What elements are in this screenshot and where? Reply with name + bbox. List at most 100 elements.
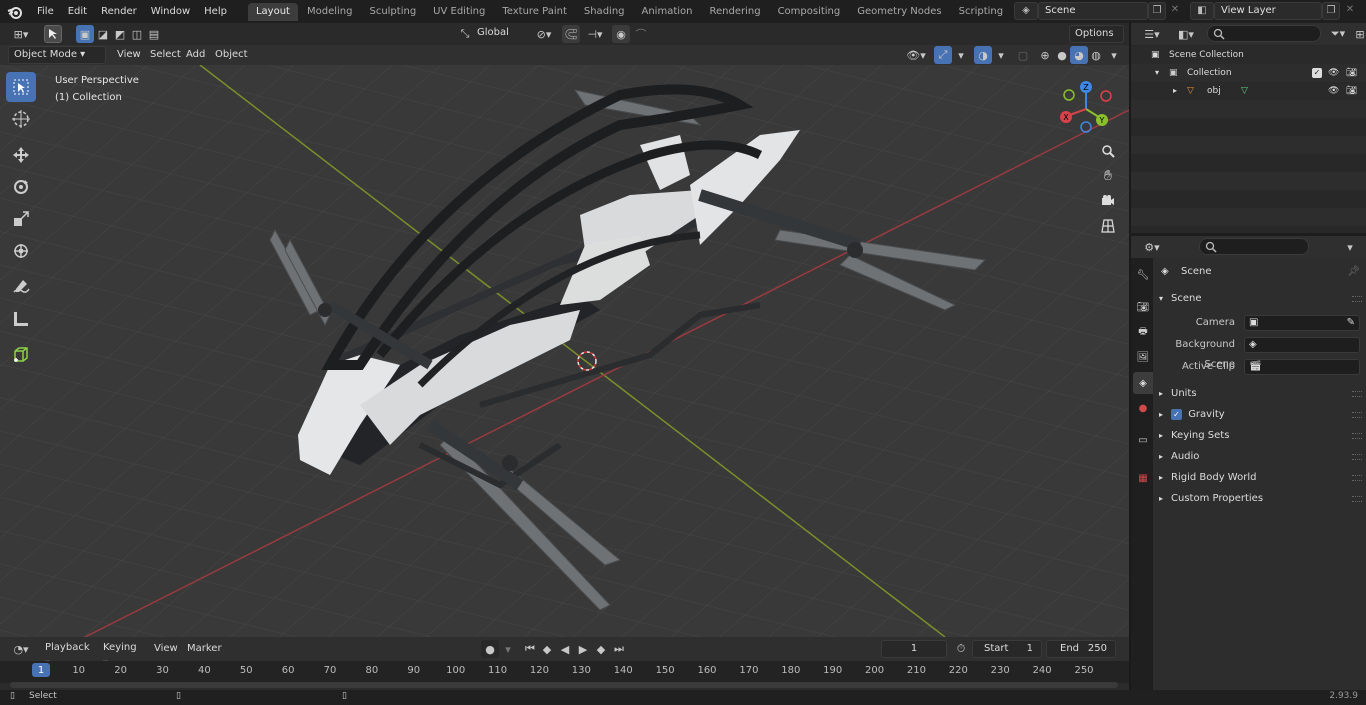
pivot-point-icon[interactable]: ⊘▾	[531, 25, 557, 43]
select-subtract-icon[interactable]: ◩	[111, 25, 129, 43]
select-intersect-icon[interactable]: ▤	[145, 25, 163, 43]
menu-select[interactable]: Select	[145, 46, 186, 64]
auto-keying-icon[interactable]: ●	[481, 640, 499, 658]
output-tab-icon[interactable]: 🖶	[1133, 321, 1153, 343]
visibility-eye-icon[interactable]: 👁︎	[1328, 64, 1339, 82]
tab-modeling[interactable]: Modeling	[299, 3, 361, 21]
visibility-icon[interactable]: 👁︎▾	[903, 46, 929, 64]
measure-tool-icon[interactable]	[6, 304, 36, 334]
next-keyframe-icon[interactable]: ◆	[592, 640, 610, 658]
expand-obj-icon[interactable]: ▸	[1173, 82, 1177, 100]
units-panel-header[interactable]: ▸ Units	[1153, 384, 1366, 404]
render-camera-icon[interactable]: 📷︎	[1346, 64, 1357, 82]
3d-viewport[interactable]: User Perspective (1) Collection Z Y X ✋︎	[0, 65, 1129, 637]
stopwatch-icon[interactable]: ⏱︎	[952, 640, 970, 658]
overlays-dropdown-icon[interactable]: ▾	[992, 46, 1010, 64]
tool-tab-icon[interactable]: 🔧︎	[1133, 264, 1153, 286]
rotate-tool-icon[interactable]	[6, 172, 36, 202]
jump-end-icon[interactable]: ⏭︎	[610, 640, 628, 658]
transform-tool-icon[interactable]	[6, 236, 36, 266]
tab-sculpting[interactable]: Sculpting	[361, 3, 424, 21]
select-invert-icon[interactable]: ◫	[128, 25, 146, 43]
outliner-row-scene-collection[interactable]: ▣ Scene Collection	[1131, 46, 1366, 64]
view-layer-selector-icon[interactable]: ◧	[1190, 2, 1214, 20]
select-extend-icon[interactable]: ◪	[94, 25, 112, 43]
tab-compositing[interactable]: Compositing	[770, 3, 849, 21]
view-layer-tab-icon[interactable]: 🖼︎	[1133, 346, 1153, 368]
custom-properties-panel-header[interactable]: ▸ Custom Properties	[1153, 489, 1366, 509]
new-collection-icon[interactable]: ⊞	[1351, 25, 1366, 43]
properties-search-input[interactable]	[1199, 238, 1309, 255]
scene-panel-header[interactable]: ▾ Scene	[1153, 289, 1366, 309]
xray-toggle-icon[interactable]: ▢	[1014, 46, 1032, 64]
timeline-menu-marker[interactable]: Marker	[182, 640, 227, 658]
gravity-checkbox[interactable]: ✓	[1171, 408, 1182, 420]
mode-dropdown[interactable]: Object Mode ▾	[8, 46, 106, 64]
play-icon[interactable]: ▶	[574, 640, 592, 658]
gizmo-toggle-icon[interactable]: ⤢	[934, 46, 952, 64]
properties-options-icon[interactable]: ▾	[1341, 238, 1359, 256]
expand-collection-icon[interactable]: ▾	[1155, 64, 1159, 82]
material-shading-icon[interactable]: ◕	[1070, 46, 1088, 64]
menu-object[interactable]: Object	[210, 46, 253, 64]
audio-panel-header[interactable]: ▸ Audio	[1153, 447, 1366, 467]
rigid-body-panel-header[interactable]: ▸ Rigid Body World	[1153, 468, 1366, 488]
menu-window[interactable]: Window	[144, 0, 197, 23]
properties-editor-type-icon[interactable]: ⚙︎▾	[1139, 238, 1165, 256]
snap-target-icon[interactable]: ⊣▾	[582, 25, 608, 43]
pin-icon[interactable]: 📌︎	[1347, 262, 1360, 282]
delete-scene-icon[interactable]: ✕	[1166, 2, 1184, 20]
timeline-menu-view[interactable]: View	[149, 640, 183, 658]
overlays-toggle-icon[interactable]: ◑	[974, 46, 992, 64]
render-tab-icon[interactable]: 📷︎	[1133, 296, 1153, 318]
delete-view-layer-icon[interactable]: ✕	[1341, 2, 1359, 20]
rendered-shading-icon[interactable]: ◍	[1087, 46, 1105, 64]
editor-type-icon[interactable]: ⊞▾	[8, 25, 34, 43]
perspective-toggle-icon[interactable]	[1096, 214, 1120, 238]
menu-add[interactable]: Add	[181, 46, 210, 64]
world-tab-icon[interactable]: ●	[1133, 397, 1153, 419]
timeline-editor-type-icon[interactable]: ◔▾	[8, 640, 34, 658]
display-mode-icon[interactable]: ◧▾	[1173, 25, 1199, 43]
collection-tab-icon[interactable]: ▭	[1133, 429, 1153, 451]
solid-shading-icon[interactable]: ●	[1053, 46, 1071, 64]
keying-menu[interactable]: Keying ▾	[98, 640, 146, 669]
select-box-tool-icon[interactable]	[6, 72, 36, 102]
gizmo-dropdown-icon[interactable]: ▾	[952, 46, 970, 64]
obj-render-camera-icon[interactable]: 📷︎	[1346, 82, 1357, 100]
panel-grip-icon[interactable]	[1352, 296, 1362, 302]
scene-selector-icon[interactable]: ◈	[1014, 2, 1038, 20]
keying-sets-panel-header[interactable]: ▸ Keying Sets	[1153, 426, 1366, 446]
outliner-editor-type-icon[interactable]: ☰▾	[1139, 25, 1165, 43]
keying-set-dropdown-icon[interactable]: ▾	[499, 640, 517, 658]
pan-hand-icon[interactable]: ✋︎	[1096, 164, 1120, 188]
menu-help[interactable]: Help	[197, 0, 234, 23]
menu-render[interactable]: Render	[94, 0, 144, 23]
outliner-row-obj[interactable]: ▸ ▽ obj ▽ 👁︎ 📷︎	[1131, 82, 1366, 100]
filter-icon[interactable]: ⏷▾	[1325, 25, 1351, 43]
options-dropdown[interactable]: Options ▾	[1069, 25, 1124, 55]
obj-visibility-eye-icon[interactable]: 👁︎	[1328, 82, 1339, 100]
select-tool-icon[interactable]	[44, 25, 62, 43]
camera-field[interactable]: ▣ ✎	[1244, 315, 1360, 331]
tab-animation[interactable]: Animation	[634, 3, 701, 21]
navigation-gizmo[interactable]: Z Y X	[1058, 79, 1118, 139]
active-clip-field[interactable]: 🎬︎	[1244, 359, 1360, 375]
tab-uv-editing[interactable]: UV Editing	[425, 3, 493, 21]
shading-dropdown-icon[interactable]: ▾	[1105, 46, 1123, 64]
tab-texture-paint[interactable]: Texture Paint	[494, 3, 575, 21]
exclude-checkbox[interactable]: ✓	[1312, 68, 1322, 78]
outliner-row-collection[interactable]: ▾ ▣ Collection ✓ 👁︎ 📷︎	[1131, 64, 1366, 82]
cursor-tool-icon[interactable]	[6, 104, 36, 134]
snap-toggle-icon[interactable]: 🧲︎	[562, 25, 580, 43]
new-scene-icon[interactable]: ❐	[1148, 2, 1166, 20]
proportional-falloff-icon[interactable]: ⌒	[632, 25, 650, 43]
mesh-data-icon[interactable]: ▽	[1241, 82, 1248, 100]
wireframe-shading-icon[interactable]: ⊕	[1036, 46, 1054, 64]
eyedropper-icon[interactable]: ✎	[1347, 313, 1355, 333]
timeline-scrollbar[interactable]	[10, 682, 1118, 688]
add-cube-tool-icon[interactable]	[6, 340, 36, 370]
view-layer-field[interactable]: View Layer	[1214, 2, 1322, 20]
prev-keyframe-icon[interactable]: ◆	[538, 640, 556, 658]
transform-orientation-dropdown[interactable]: Global	[472, 25, 524, 43]
